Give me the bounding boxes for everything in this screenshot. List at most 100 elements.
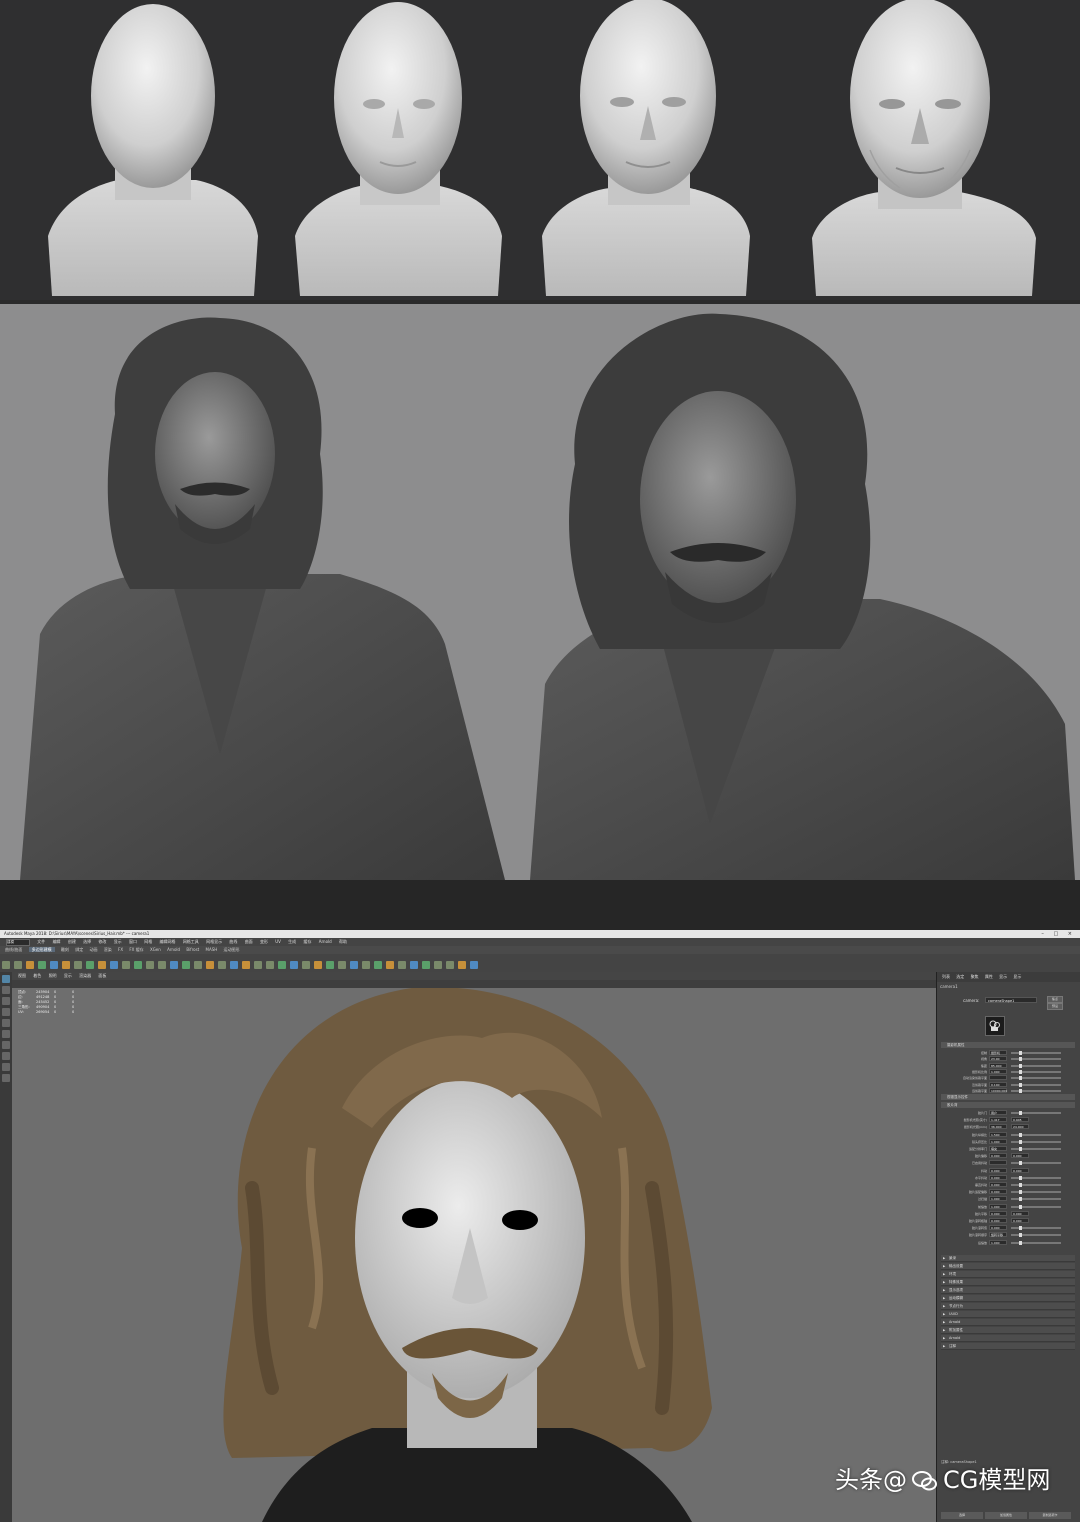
shelf-tool-icon[interactable] [218, 961, 226, 969]
vp-menu-panels[interactable]: 面板 [98, 973, 106, 978]
attr-property-field[interactable] [989, 1075, 1007, 1081]
attr-menu-help[interactable]: 显示 [1013, 974, 1021, 979]
attr-menu-list[interactable]: 列表 [942, 974, 950, 979]
shelf-tool-icon[interactable] [410, 961, 418, 969]
vp-menu-lighting[interactable]: 照明 [49, 973, 57, 978]
shelf-tool-icon[interactable] [170, 961, 178, 969]
section-camera-attributes[interactable]: 摄影机属性 [941, 1042, 1075, 1048]
shelf-tool-icon[interactable] [398, 961, 406, 969]
select-tool-icon[interactable] [2, 975, 10, 983]
attr-property-field[interactable]: 0.100 [989, 1081, 1007, 1087]
attr-menu-focus[interactable]: 聚焦 [971, 974, 979, 979]
attr-property-field[interactable]: 1.000 [989, 1196, 1007, 1202]
attr-property-slider[interactable] [1011, 1088, 1061, 1093]
lasso-tool-icon[interactable] [2, 986, 10, 994]
shelf-tab[interactable]: MASH [206, 947, 218, 952]
attr-property-field-2[interactable]: 0.000 [1011, 1167, 1029, 1173]
collapsed-section[interactable]: 运动模糊 [941, 1294, 1075, 1302]
collapsed-section[interactable]: 附加属性 [941, 1326, 1075, 1334]
attr-property-slider[interactable] [1011, 1161, 1061, 1166]
shelf-tool-icon[interactable] [314, 961, 322, 969]
attr-property-field[interactable]: 0.000 [989, 1225, 1007, 1231]
shelf-tab-active[interactable]: 多边形建模 [28, 947, 55, 952]
attr-property-field[interactable]: 0.000 [989, 1153, 1007, 1159]
collapsed-section[interactable]: 显示选项 [941, 1286, 1075, 1294]
shelf-tab[interactable]: XGen [150, 947, 161, 952]
attr-menu-selected[interactable]: 选定 [956, 974, 964, 979]
focus-button[interactable]: 焦点 [1047, 996, 1063, 1003]
shelf-tool-icon[interactable] [146, 961, 154, 969]
attr-property-field[interactable] [989, 1160, 1007, 1166]
shelf-tab[interactable]: FX [118, 947, 123, 952]
shelf-tab[interactable]: 曲线/曲面 [5, 947, 22, 952]
attr-property-field[interactable]: 1.500 [989, 1131, 1007, 1137]
shelf-tool-icon[interactable] [182, 961, 190, 969]
menu-uv[interactable]: UV [275, 939, 281, 944]
attr-property-field[interactable]: 10000.000 [989, 1087, 1007, 1093]
menu-mesh-tools[interactable]: 网格工具 [183, 939, 199, 944]
shelf-tool-icon[interactable] [446, 961, 454, 969]
move-tool-icon[interactable] [2, 1008, 10, 1016]
menu-modify[interactable]: 修改 [98, 939, 106, 944]
shelf-tool-icon[interactable] [134, 961, 142, 969]
menu-arnold[interactable]: Arnold [319, 939, 332, 944]
shelf-tool-icon[interactable] [242, 961, 250, 969]
shelf-tool-icon[interactable] [14, 961, 22, 969]
attr-property-field[interactable]: 1.000 [989, 1203, 1007, 1209]
attr-property-slider[interactable] [1011, 1063, 1061, 1068]
attr-property-field-2[interactable]: 24.000 [1011, 1124, 1029, 1130]
collapsed-section[interactable]: 注释 [941, 1342, 1075, 1350]
shelf-tab[interactable]: Arnold [167, 947, 180, 952]
attr-property-field[interactable]: 1.000 [989, 1239, 1007, 1245]
menu-edit-mesh[interactable]: 编辑网格 [160, 939, 176, 944]
shelf-tool-icon[interactable] [62, 961, 70, 969]
menu-file[interactable]: 文件 [37, 939, 45, 944]
shelf-tool-icon[interactable] [362, 961, 370, 969]
scale-tool-icon[interactable] [2, 1030, 10, 1038]
attr-property-field-2[interactable]: 0.945 [1011, 1117, 1029, 1123]
attr-property-slider[interactable] [1011, 1057, 1061, 1062]
attr-property-slider[interactable] [1011, 1197, 1061, 1202]
shelf-tool-icon[interactable] [230, 961, 238, 969]
attr-property-field-2[interactable]: 0.000 [1011, 1218, 1029, 1223]
paint-select-icon[interactable] [2, 997, 10, 1005]
attr-property-field-2[interactable]: 0.000 [1011, 1210, 1029, 1216]
attr-property-slider[interactable] [1011, 1111, 1061, 1115]
shelf-tool-icon[interactable] [386, 961, 394, 969]
collapsed-section[interactable]: 景深 [941, 1254, 1075, 1262]
collapsed-section[interactable]: 特殊效果 [941, 1278, 1075, 1286]
shelf-tool-icon[interactable] [326, 961, 334, 969]
3d-viewport[interactable]: 顶点: 245904 0 0 边: 491248 0 0 面: 245452 0 0 三角形: 49… [12, 988, 936, 1522]
shelf-tool-icon[interactable] [74, 961, 82, 969]
attr-property-field[interactable]: 1.000 [989, 1068, 1007, 1074]
attr-property-field[interactable]: 0.000 [989, 1218, 1007, 1223]
outliner-layout-icon[interactable] [2, 1074, 10, 1082]
shelf-tool-icon[interactable] [374, 961, 382, 969]
attr-property-slider[interactable] [1011, 1132, 1061, 1137]
shelf-tool-icon[interactable] [350, 961, 358, 969]
attr-property-slider[interactable] [1011, 1204, 1061, 1209]
shelf-tab[interactable]: Bifrost [186, 947, 199, 952]
shelf-tool-icon[interactable] [194, 961, 202, 969]
vp-menu-renderer[interactable]: 渲染器 [79, 973, 91, 978]
attr-property-field[interactable]: 0.000 [989, 1182, 1007, 1187]
attr-property-slider[interactable] [1011, 1175, 1061, 1180]
attr-property-field[interactable]: 1.000 [989, 1138, 1007, 1144]
shelf-tab[interactable]: 渲染 [104, 947, 112, 952]
menu-create[interactable]: 创建 [68, 939, 76, 944]
shelf-tool-icon[interactable] [2, 961, 10, 969]
attr-menu-show[interactable]: 显示 [999, 974, 1007, 979]
attr-property-slider[interactable] [1011, 1147, 1061, 1151]
collapsed-section[interactable]: 节点行为 [941, 1302, 1075, 1310]
load-attributes-button[interactable]: 加载属性 [985, 1512, 1027, 1519]
attr-property-slider[interactable] [1011, 1051, 1061, 1055]
shelf-tool-icon[interactable] [290, 961, 298, 969]
shelf-tool-icon[interactable] [26, 961, 34, 969]
shelf-tab[interactable]: 绑定 [75, 947, 83, 952]
menu-deform[interactable]: 变形 [260, 939, 268, 944]
menu-mesh[interactable]: 网格 [144, 939, 152, 944]
attr-property-field[interactable]: 摄影机 [989, 1050, 1007, 1055]
menu-help[interactable]: 帮助 [339, 939, 347, 944]
attr-property-field[interactable]: 1.417 [989, 1117, 1007, 1123]
menu-generate[interactable]: 生成 [288, 939, 296, 944]
